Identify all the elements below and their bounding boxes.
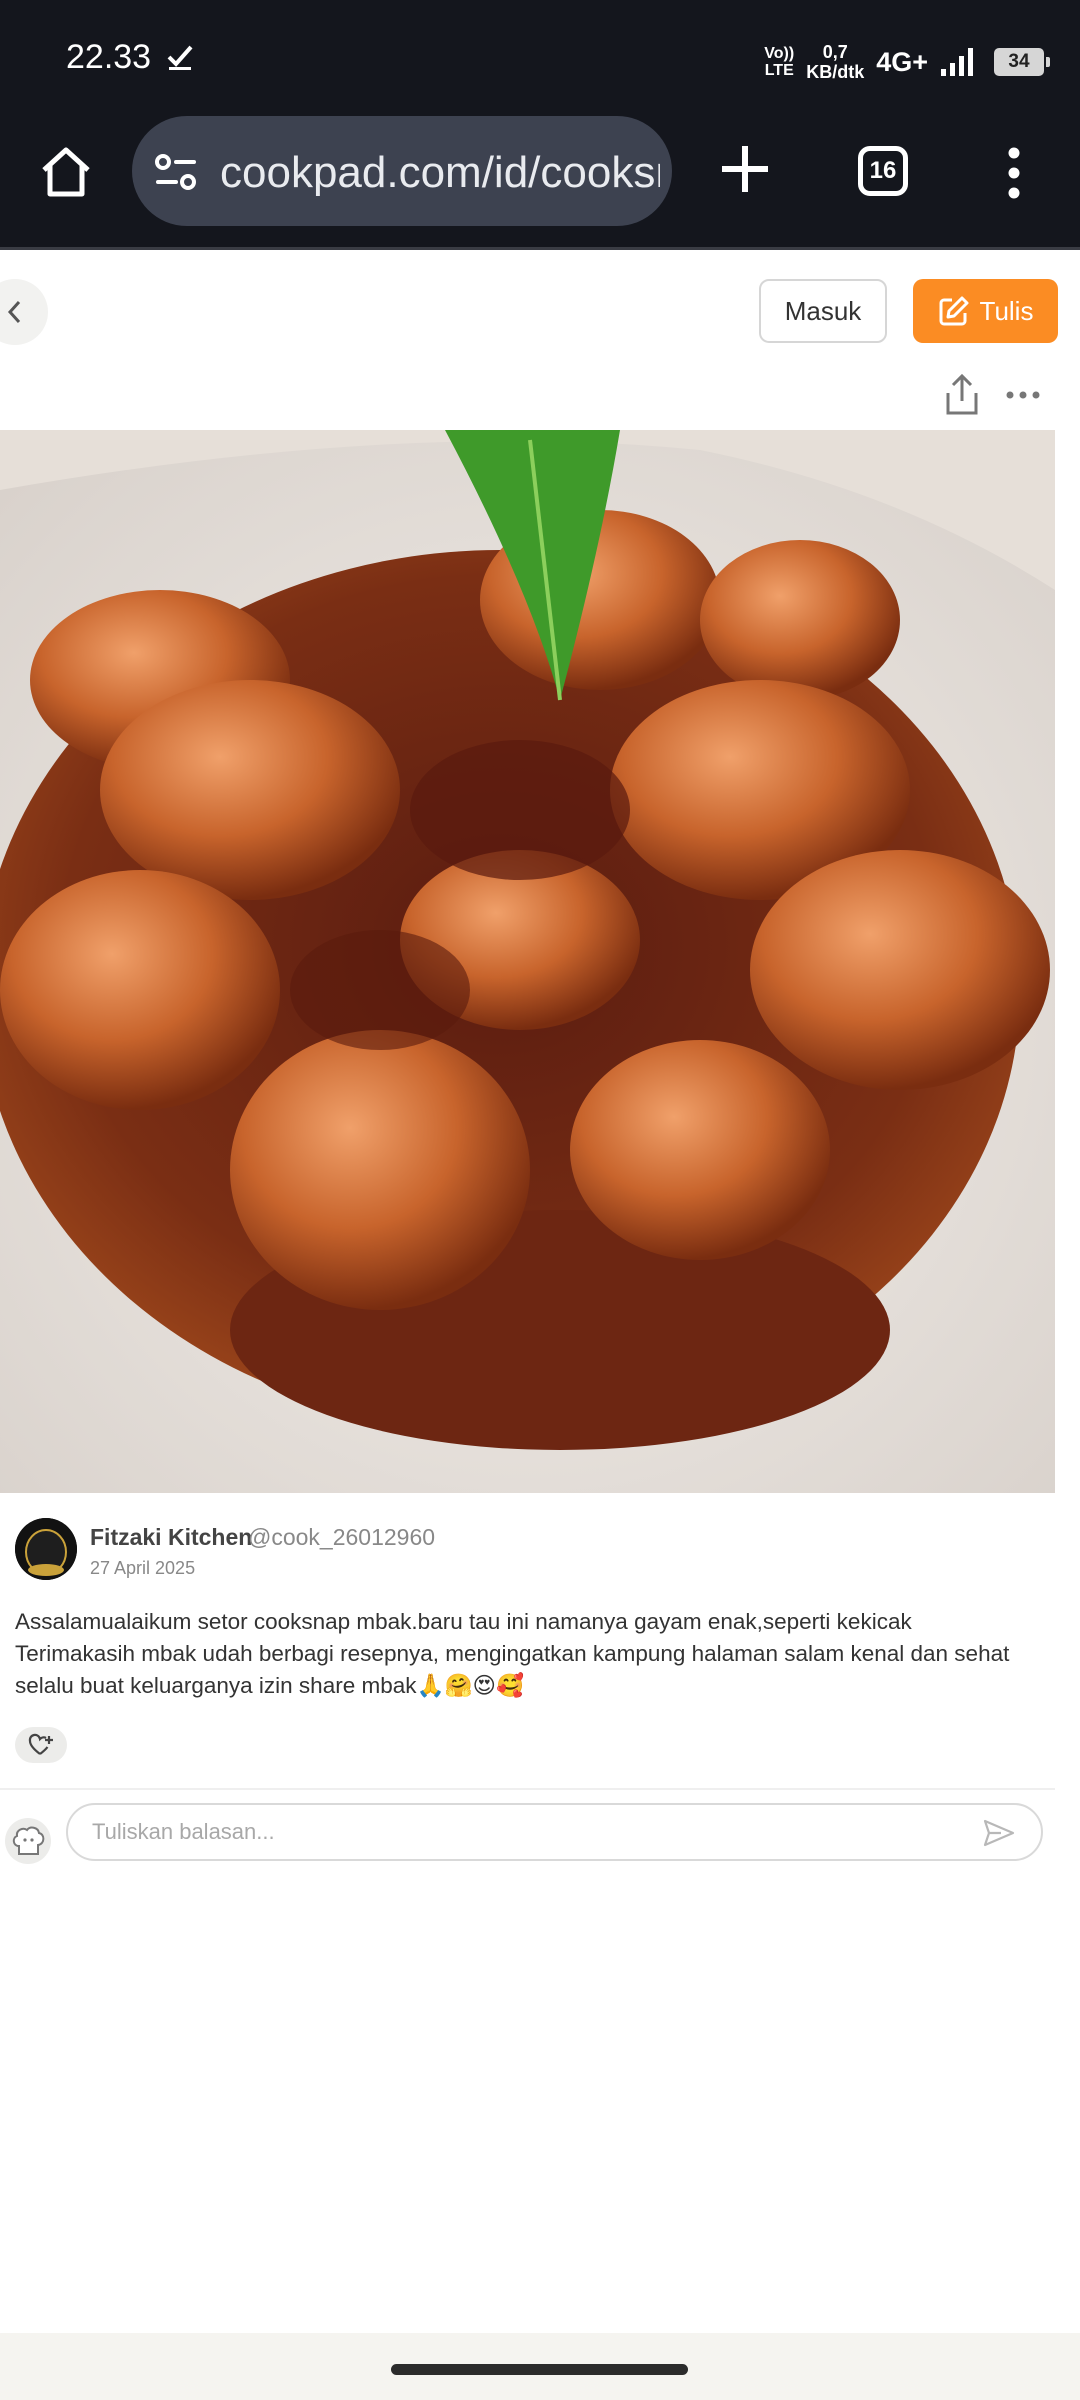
write-button[interactable]: Tulis	[913, 279, 1058, 343]
battery-icon: 34	[994, 48, 1050, 76]
share-icon[interactable]	[942, 373, 982, 417]
post-text-line: Assalamualaikum setor cooksnap mbak.baru…	[15, 1609, 912, 1634]
more-vert-icon[interactable]	[1000, 146, 1028, 200]
reply-box[interactable]	[66, 1803, 1043, 1861]
send-icon[interactable]	[983, 1819, 1015, 1847]
volte-indicator: Vo)) LTE	[764, 45, 795, 79]
network-type: 4G+	[876, 46, 928, 77]
post-text-line: Terimakasih mbak udah berbagi resepnya, …	[15, 1641, 1010, 1666]
tab-switcher-button[interactable]: 16	[858, 146, 908, 196]
author-handle[interactable]: @cook_26012960	[248, 1524, 435, 1551]
network-speed: 0,7 KB/dtk	[806, 42, 865, 82]
browser-toolbar: cookpad.com/id/cooksnaps 16	[0, 110, 1080, 250]
battery-level: 34	[1008, 51, 1030, 72]
heart-plus-icon	[28, 1733, 53, 1755]
login-button[interactable]: Masuk	[759, 279, 887, 343]
user-avatar	[5, 1818, 51, 1864]
signal-icon	[941, 48, 973, 76]
home-icon[interactable]	[36, 142, 96, 202]
author-name[interactable]: Fitzaki Kitchen	[90, 1524, 252, 1551]
author-avatar[interactable]	[15, 1518, 77, 1580]
post-text-line: selalu buat keluarganya izin share mbak🙏…	[15, 1673, 524, 1698]
tab-count: 16	[869, 157, 897, 184]
reply-input[interactable]	[92, 1817, 942, 1847]
edit-icon	[939, 296, 969, 326]
post-date: 27 April 2025	[90, 1558, 196, 1578]
react-button[interactable]	[15, 1727, 67, 1763]
write-label: Tulis	[979, 295, 1034, 326]
plus-icon[interactable]	[718, 142, 772, 196]
chef-hat-icon	[12, 1826, 45, 1855]
back-button[interactable]	[0, 279, 48, 345]
chevron-left-icon	[7, 300, 21, 324]
status-time: 22.33	[66, 38, 152, 76]
system-nav-bar	[0, 2333, 1080, 2400]
cooksnap-photo[interactable]	[0, 430, 1055, 1493]
home-indicator[interactable]	[391, 2364, 688, 2375]
site-settings-icon[interactable]	[154, 154, 198, 190]
more-horiz-icon[interactable]	[1005, 383, 1041, 407]
divider	[0, 1788, 1055, 1790]
address-bar[interactable]: cookpad.com/id/cooksnaps	[132, 116, 672, 226]
url-text[interactable]: cookpad.com/id/cooksnaps	[220, 148, 660, 198]
status-bar: 22.33 Vo)) LTE 0,7 KB/dtk 4G+ 34	[0, 0, 1080, 110]
check-icon	[167, 45, 193, 70]
post-text: Assalamualaikum setor cooksnap mbak.baru…	[15, 1606, 1055, 1702]
status-indicators: Vo)) LTE 0,7 KB/dtk 4G+ 34	[764, 36, 1050, 88]
